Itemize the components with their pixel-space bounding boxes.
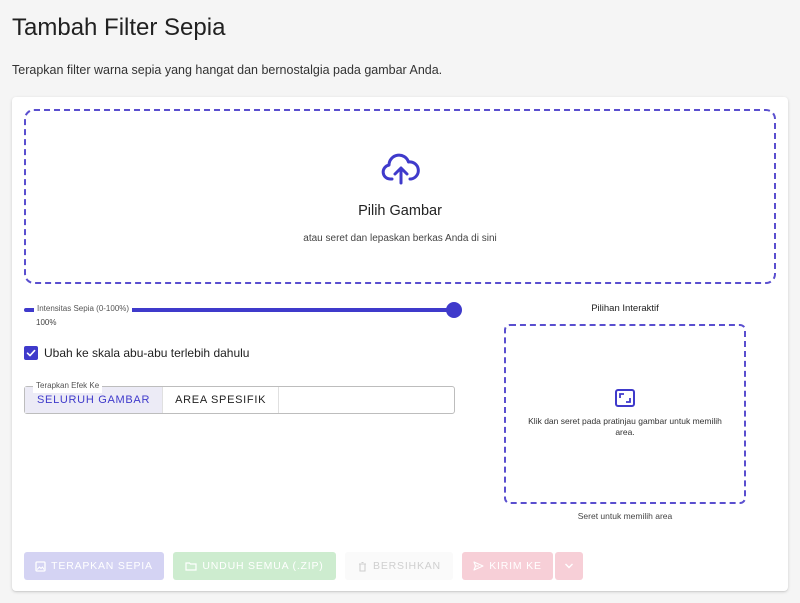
select-area-caption: Seret untuk memilih area [577,511,673,521]
select-area-icon [615,389,635,407]
clear-icon [357,561,368,572]
send-to-button[interactable]: KIRIM KE [462,552,553,580]
check-icon [26,349,36,357]
main-card: Pilih Gambar atau seret dan lepaskan ber… [12,97,788,591]
upload-subtitle: atau seret dan lepaskan berkas Anda di s… [303,233,497,244]
clear-button[interactable]: BERSIHKAN [345,552,453,580]
send-icon [473,561,484,571]
image-icon [35,560,46,572]
send-to-menu-button[interactable] [555,552,583,580]
area-select-preview[interactable]: Klik dan seret pada pratinjau gambar unt… [504,324,746,504]
chevron-down-icon [565,563,573,569]
page-title: Tambah Filter Sepia [12,14,226,41]
clear-label: BERSIHKAN [373,560,441,572]
page-description: Terapkan filter warna sepia yang hangat … [12,63,443,77]
intensity-value: 100% [36,318,57,327]
slider-thumb[interactable] [446,302,462,318]
apply-sepia-button[interactable]: TERAPKAN SEPIA [24,552,164,580]
apply-to-legend: Terapkan Efek Ke [33,379,103,393]
cloud-upload-icon [381,153,420,185]
send-to-label: KIRIM KE [489,560,542,572]
interactive-title: Pilihan Interaktif [591,303,659,314]
intensity-slider[interactable]: Intensitas Sepia (0-100%) 100% [24,297,464,337]
download-all-label: UNDUH SEMUA (.ZIP) [202,560,324,572]
grayscale-label: Ubah ke skala abu-abu terlebih dahulu [44,346,250,360]
download-all-button[interactable]: UNDUH SEMUA (.ZIP) [173,552,336,580]
apply-to-toggle-group: Terapkan Efek Ke SELURUH GAMBAR AREA SPE… [24,379,455,414]
upload-title: Pilih Gambar [358,203,442,219]
grayscale-option[interactable]: Ubah ke skala abu-abu terlebih dahulu [24,346,249,360]
folder-icon [185,561,198,571]
upload-dropzone[interactable]: Pilih Gambar atau seret dan lepaskan ber… [24,109,776,284]
toggle-specific-area[interactable]: AREA SPESIFIK [162,387,280,413]
select-area-hint: Klik dan seret pada pratinjau gambar unt… [528,416,722,437]
grayscale-checkbox[interactable] [24,346,38,360]
apply-sepia-label: TERAPKAN SEPIA [51,560,153,572]
intensity-label: Intensitas Sepia (0-100%) [34,302,133,316]
